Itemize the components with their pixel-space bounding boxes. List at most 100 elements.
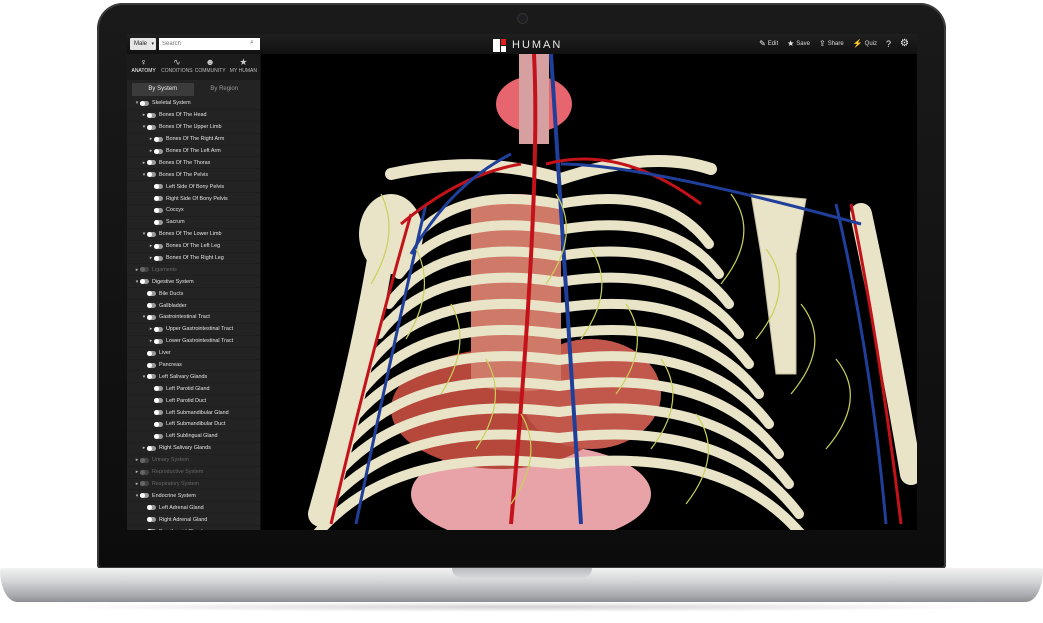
- visibility-toggle[interactable]: [154, 184, 163, 190]
- tree-item[interactable]: Sacrum: [127, 217, 260, 229]
- tree-item[interactable]: Pancreas: [127, 360, 260, 372]
- top-bar: Male ▾ ⌕ HUMAN ✎Edit ★Save ⇪Share ⚡Quiz? ⚙: [127, 34, 917, 55]
- visibility-toggle[interactable]: [154, 207, 163, 213]
- anatomy-viewport[interactable]: [261, 54, 917, 530]
- visibility-toggle[interactable]: [147, 160, 156, 166]
- human-logo-icon: [493, 38, 506, 52]
- tree-item[interactable]: Left Side Of Bony Pelvis: [127, 181, 260, 194]
- tree-item[interactable]: ▸ Right Salivary Glands: [127, 443, 260, 455]
- tree-item-label: Gastrointestinal Tract: [159, 314, 210, 321]
- search-icon[interactable]: ⌕: [250, 39, 254, 47]
- visibility-toggle[interactable]: [140, 267, 149, 273]
- edit-button[interactable]: ✎ Edit: [759, 39, 778, 48]
- visibility-toggle[interactable]: [154, 148, 163, 154]
- anatomy-model[interactable]: [261, 54, 917, 530]
- search-input[interactable]: [159, 38, 260, 50]
- chevron-down-icon: ▾: [151, 41, 154, 47]
- tree-item[interactable]: ▸ Bones Of The Left Leg: [127, 241, 260, 253]
- tab-my-human[interactable]: ★ MY HUMAN: [227, 54, 260, 80]
- tree-item[interactable]: Right Adrenal Gland: [127, 514, 260, 527]
- tree-item[interactable]: ▸ Bones Of The Right Leg: [127, 253, 260, 265]
- tree-item[interactable]: ▸ Lower Gastrointestinal Tract: [127, 336, 260, 348]
- visibility-toggle[interactable]: [147, 112, 156, 118]
- visibility-toggle[interactable]: [154, 386, 163, 392]
- visibility-toggle[interactable]: [147, 517, 156, 523]
- tree-item[interactable]: ▸ Reproductive System: [127, 467, 260, 479]
- visibility-toggle[interactable]: [147, 172, 156, 178]
- tree-item[interactable]: ▾ Bones Of The Upper Limb: [127, 122, 260, 134]
- share-button[interactable]: ⇪ Share: [819, 39, 844, 48]
- visibility-toggle[interactable]: [154, 196, 163, 202]
- tree-item[interactable]: ▾ Digestive System: [127, 276, 260, 289]
- tree-item[interactable]: Right Side Of Bony Pelvis: [127, 193, 260, 206]
- tree-item[interactable]: Left Parotid Gland: [127, 383, 260, 396]
- visibility-toggle[interactable]: [140, 469, 149, 475]
- visibility-toggle[interactable]: [147, 362, 156, 368]
- tree-item[interactable]: ▾ Bones Of The Lower Limb: [127, 229, 260, 241]
- visibility-toggle[interactable]: [147, 231, 156, 237]
- tab-community[interactable]: ☻ COMMUNITY: [194, 54, 227, 80]
- visibility-toggle[interactable]: [154, 219, 163, 225]
- gender-select-value: Male: [134, 41, 148, 47]
- tree-item[interactable]: Coccyx: [127, 205, 260, 217]
- tree-item[interactable]: ▸ Upper Gastrointestinal Tract: [127, 324, 260, 336]
- tree-item-label: Bones Of The Left Arm: [166, 148, 221, 154]
- visibility-toggle[interactable]: [154, 326, 163, 332]
- visibility-toggle[interactable]: [147, 350, 156, 356]
- visibility-toggle[interactable]: [154, 410, 163, 416]
- visibility-toggle[interactable]: [140, 493, 149, 499]
- quiz-button[interactable]: ⚡ Quiz: [853, 39, 877, 48]
- tree-item[interactable]: ▾ Left Salivary Glands: [127, 371, 260, 384]
- visibility-toggle[interactable]: [140, 457, 149, 463]
- tree-item[interactable]: ▸ Parathyroid Glands: [127, 526, 260, 530]
- tree-item[interactable]: ▾ Bones Of The Pelvis: [127, 169, 260, 182]
- chevron-right-icon[interactable]: ▸: [141, 529, 147, 531]
- visibility-toggle[interactable]: [147, 374, 156, 380]
- gender-select[interactable]: Male ▾: [130, 38, 156, 50]
- visibility-toggle[interactable]: [154, 398, 163, 404]
- tab-by-system[interactable]: By System: [132, 83, 194, 96]
- tree-item[interactable]: ▸ Ligaments: [127, 264, 260, 277]
- visibility-toggle[interactable]: [147, 529, 156, 530]
- tree-item[interactable]: Left Submandibular Duct: [127, 419, 260, 431]
- visibility-toggle[interactable]: [147, 124, 156, 130]
- visibility-toggle[interactable]: [154, 255, 163, 261]
- visibility-toggle[interactable]: [147, 505, 156, 511]
- save-button[interactable]: ★ Save: [787, 39, 810, 48]
- visibility-toggle[interactable]: [147, 445, 156, 451]
- tab-by-region[interactable]: By Region: [194, 83, 256, 96]
- tree-item[interactable]: Gallbladder: [127, 300, 260, 313]
- visibility-toggle[interactable]: [147, 291, 156, 297]
- tree-item[interactable]: Liver: [127, 348, 260, 360]
- help-icon[interactable]: ?: [886, 39, 891, 49]
- tree-item[interactable]: Left Adrenal Gland: [127, 502, 260, 515]
- tree-item-label: Right Side Of Bony Pelvis: [166, 195, 228, 202]
- tree-item[interactable]: ▾ Skeletal System: [127, 98, 260, 110]
- tree-item[interactable]: Left Parotid Duct: [127, 395, 260, 408]
- visibility-toggle[interactable]: [140, 279, 149, 285]
- tree-item[interactable]: ▸ Bones Of The Head: [127, 110, 260, 122]
- tree-item[interactable]: ▸ Bones Of The Thorax: [127, 157, 260, 170]
- tree-item[interactable]: Left Sublingual Gland: [127, 431, 260, 443]
- tree-item[interactable]: ▸ Urinary System: [127, 455, 260, 467]
- tab-anatomy[interactable]: ♀ ANATOMY: [127, 54, 160, 80]
- gear-icon[interactable]: ⚙: [900, 38, 909, 49]
- tree-item-label: Coccyx: [166, 207, 184, 214]
- visibility-toggle[interactable]: [154, 433, 163, 439]
- visibility-toggle[interactable]: [140, 481, 149, 487]
- visibility-toggle[interactable]: [140, 100, 149, 106]
- tree-item[interactable]: ▸ Respiratory System: [127, 479, 260, 491]
- tree-item[interactable]: ▾ Endocrine System: [127, 490, 260, 503]
- tree-item[interactable]: Bile Ducts: [127, 288, 260, 301]
- visibility-toggle[interactable]: [154, 421, 163, 427]
- visibility-toggle[interactable]: [147, 303, 156, 309]
- tree-item[interactable]: ▸ Bones Of The Right Arm: [127, 134, 260, 146]
- tree-item[interactable]: ▾ Gastrointestinal Tract: [127, 312, 260, 324]
- visibility-toggle[interactable]: [154, 338, 163, 344]
- tree-item[interactable]: ▸ Bones Of The Left Arm: [127, 146, 260, 158]
- visibility-toggle[interactable]: [147, 314, 156, 320]
- visibility-toggle[interactable]: [154, 243, 163, 249]
- tab-conditions[interactable]: ∿ CONDITIONS: [160, 54, 193, 80]
- visibility-toggle[interactable]: [154, 136, 163, 142]
- tree-item[interactable]: Left Submandibular Gland: [127, 407, 260, 420]
